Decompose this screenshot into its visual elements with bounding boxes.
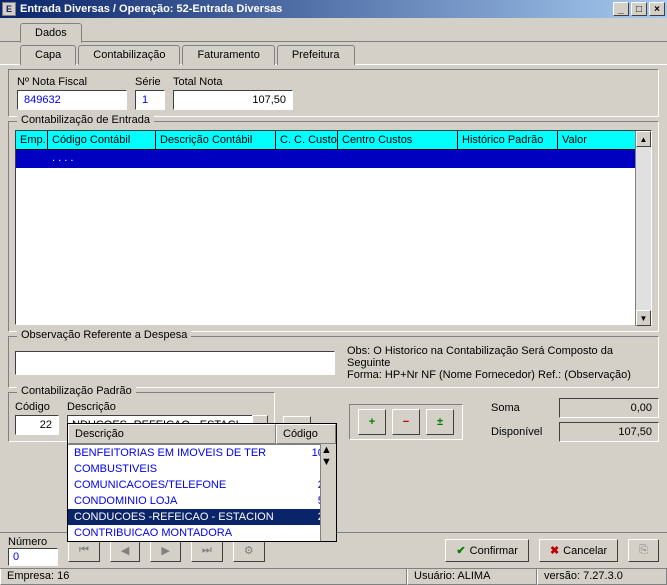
obs-input[interactable] (15, 351, 335, 375)
grid-title: Contabilização de Entrada (17, 114, 154, 126)
col-emp: Emp. (16, 131, 48, 149)
nav-first-button[interactable]: ⏮ (68, 539, 100, 562)
col-centro-custos: Centro Custos (338, 131, 458, 149)
numero-label: Número (8, 536, 58, 548)
tab-contabilizacao[interactable]: Contabilização (78, 45, 180, 65)
dd-option[interactable]: COMBUSTIVEIS5 (68, 461, 336, 477)
grid-scrollbar[interactable]: ▲ ▼ (635, 131, 651, 326)
col-historico-padrao: Histórico Padrão (458, 131, 558, 149)
total-label: Total Nota (173, 76, 293, 88)
cancelar-button[interactable]: ✖ Cancelar (539, 539, 618, 562)
line-ops: + − ± (349, 404, 463, 440)
col-cc-custo: C. C. Custo (276, 131, 338, 149)
disponivel-label: Disponível (491, 426, 551, 438)
codigo-value: 22 (15, 415, 59, 435)
scroll-up-icon[interactable]: ▲ (321, 444, 336, 456)
dd-option[interactable]: BENFEITORIAS EM IMOVEIS DE TER102 (68, 445, 336, 461)
exit-icon: ⎘ (639, 544, 648, 557)
col-codigo-contabil: Código Contábil (48, 131, 156, 149)
obs-hint: Obs: O Historico na Contabilização Será … (347, 345, 652, 381)
grid-header: Emp. Código Contábil Descrição Contábil … (16, 131, 635, 150)
nf-value: 849632 (17, 90, 127, 110)
fiscal-panel: Nº Nota Fiscal 849632 Série 1 Total Nota… (8, 69, 659, 117)
codigo-label: Código (15, 401, 59, 413)
cross-icon: ✖ (550, 544, 559, 557)
window-title: Entrada Diversas / Operação: 52-Entrada … (20, 3, 613, 15)
tab-faturamento[interactable]: Faturamento (182, 45, 274, 65)
soma-label: Soma (491, 402, 551, 414)
tool-button[interactable]: ⚙ (233, 539, 265, 562)
numero-input[interactable] (8, 548, 58, 566)
last-icon: ⏭ (202, 544, 212, 557)
plus-minus-icon: ± (437, 416, 443, 428)
status-empresa: Empresa: 16 (0, 569, 407, 585)
disponivel-value: 107,50 (559, 422, 659, 442)
scroll-down-icon[interactable]: ▼ (636, 310, 651, 326)
dd-col-codigo: Código (276, 424, 336, 444)
dd-col-descricao: Descrição (68, 424, 276, 444)
prev-icon: ◀ (121, 544, 129, 557)
obs-group: Observação Referente a Despesa Obs: O Hi… (8, 336, 659, 388)
padrao-group: Contabilização Padrão Código 22 Descriçã… (8, 392, 275, 442)
dd-option[interactable]: COMUNICACOES/TELEFONE21 (68, 477, 336, 493)
edit-line-button[interactable]: ± (426, 409, 454, 435)
grid-row[interactable]: . . . . (16, 150, 635, 168)
serie-value: 1 (135, 90, 165, 110)
serie-label: Série (135, 76, 165, 88)
nf-label: Nº Nota Fiscal (17, 76, 127, 88)
tab-capa[interactable]: Capa (20, 45, 76, 65)
nav-last-button[interactable]: ⏭ (191, 539, 223, 562)
check-icon: ✔ (456, 544, 465, 557)
dd-option[interactable]: CONDOMINIO LOJA50 (68, 493, 336, 509)
nav-prev-button[interactable]: ◀ (110, 539, 140, 562)
status-versao: versão: 7.27.3.0 (537, 569, 667, 585)
maximize-button[interactable]: □ (631, 2, 647, 16)
col-descricao-contabil: Descrição Contábil (156, 131, 276, 149)
plus-icon: + (369, 416, 375, 428)
obs-title: Observação Referente a Despesa (17, 329, 191, 341)
dd-scrollbar[interactable]: ▲ ▼ (320, 444, 336, 541)
add-line-button[interactable]: + (358, 409, 386, 435)
descricao-label: Descrição (67, 401, 268, 413)
minimize-button[interactable]: _ (613, 2, 629, 16)
confirmar-button[interactable]: ✔ Confirmar (445, 539, 529, 562)
total-value: 107,50 (173, 90, 293, 110)
first-icon: ⏮ (79, 544, 89, 557)
minus-icon: − (403, 416, 409, 428)
scroll-down-icon[interactable]: ▼ (321, 456, 336, 468)
close-button[interactable]: × (649, 2, 665, 16)
soma-value: 0,00 (559, 398, 659, 418)
app-icon: E (2, 2, 16, 16)
tabs-level1: Dados (0, 18, 667, 42)
tab-prefeitura[interactable]: Prefeitura (277, 45, 355, 65)
tab-dados[interactable]: Dados (20, 23, 82, 43)
status-usuario: Usuário: ALIMA (407, 569, 537, 585)
dd-option[interactable]: CONTRIBUICAO MONTADORA6 (68, 525, 336, 541)
status-bar: Empresa: 16 Usuário: ALIMA versão: 7.27.… (0, 568, 667, 585)
scroll-up-icon[interactable]: ▲ (636, 131, 651, 147)
padrao-title: Contabilização Padrão (17, 385, 136, 397)
exit-button[interactable]: ⎘ (628, 539, 659, 562)
title-bar: E Entrada Diversas / Operação: 52-Entrad… (0, 0, 667, 18)
remove-line-button[interactable]: − (392, 409, 420, 435)
nav-next-button[interactable]: ▶ (150, 539, 180, 562)
row-codigo-contabil: . . . . (48, 150, 156, 168)
descricao-dropdown[interactable]: Descrição Código BENFEITORIAS EM IMOVEIS… (67, 423, 337, 542)
dd-option-selected[interactable]: CONDUCOES -REFEICAO - ESTACION22 (68, 509, 336, 525)
grid-group: Contabilização de Entrada Emp. Código Co… (8, 121, 659, 332)
tool-icon: ⚙ (244, 544, 254, 557)
next-icon: ▶ (161, 544, 169, 557)
tabs-level2: Capa Contabilização Faturamento Prefeitu… (0, 41, 667, 65)
col-valor: Valor (558, 131, 635, 149)
accounting-grid[interactable]: Emp. Código Contábil Descrição Contábil … (15, 130, 652, 325)
